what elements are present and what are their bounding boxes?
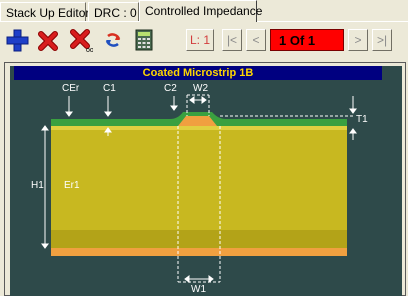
label-w1: W1 xyxy=(191,284,206,295)
dielectric-shade xyxy=(51,230,347,248)
label-c2: C2 xyxy=(164,83,177,94)
label-t1: T1 xyxy=(356,114,368,125)
label-c1: C1 xyxy=(103,83,116,94)
ground-plane xyxy=(51,248,347,256)
label-er1: Er1 xyxy=(64,180,80,191)
dielectric-highlight xyxy=(51,126,347,130)
label-cer: CEr xyxy=(62,83,80,94)
label-w2: W2 xyxy=(193,83,208,94)
label-h1: H1 xyxy=(31,180,44,191)
dielectric-layer xyxy=(51,126,347,248)
tab-controlled-impedance[interactable]: Controlled Impedance xyxy=(139,0,262,22)
coated-microstrip-diagram xyxy=(41,94,357,283)
